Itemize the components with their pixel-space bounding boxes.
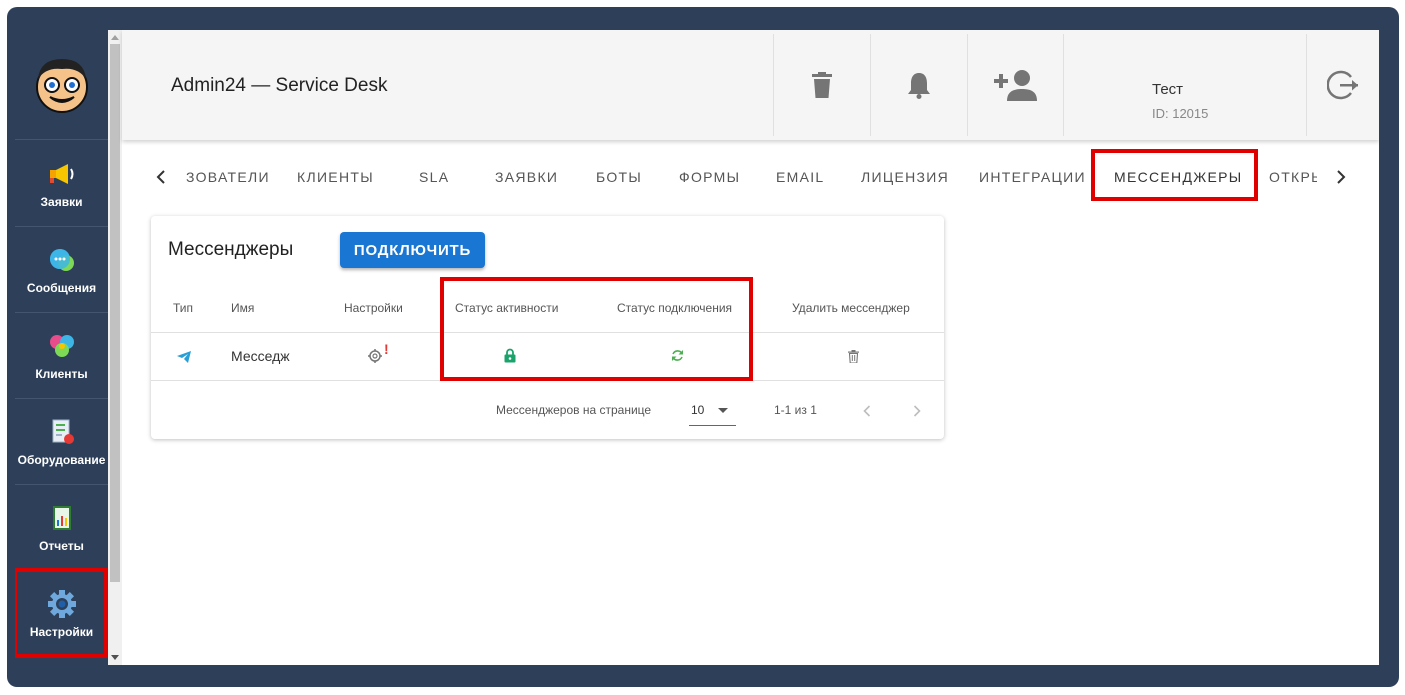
sidebar-item-label: Оборудование xyxy=(17,452,106,467)
tab-scroll-left-icon[interactable] xyxy=(146,157,176,197)
notifications-button[interactable] xyxy=(870,34,967,136)
sidebar-scrollbar[interactable] xyxy=(108,30,122,665)
connect-button[interactable]: ПОДКЛЮЧИТЬ xyxy=(340,232,485,268)
sidebar-item-reports[interactable]: Отчеты xyxy=(15,485,108,571)
tab-tickets[interactable]: ЗАЯВКИ xyxy=(495,157,558,197)
user-id: ID: 12015 xyxy=(1152,106,1209,121)
sidebar: Заявки Сообщения Клиенты Оборудование От xyxy=(15,30,108,665)
sidebar-item-clients[interactable]: Клиенты xyxy=(15,313,108,399)
scroll-up-arrow-icon[interactable] xyxy=(111,35,119,40)
add-user-icon xyxy=(994,70,1037,101)
user-name: Тест xyxy=(1152,81,1184,98)
app-window: Заявки Сообщения Клиенты Оборудование От xyxy=(15,30,1379,665)
sidebar-item-label: Заявки xyxy=(40,194,83,209)
prev-page-button[interactable] xyxy=(855,399,879,423)
scroll-thumb[interactable] xyxy=(110,44,120,582)
divider xyxy=(151,380,944,381)
report-icon xyxy=(47,503,77,533)
sidebar-item-label: Сообщения xyxy=(26,280,97,295)
chevron-down-icon xyxy=(718,408,728,413)
divider xyxy=(151,332,944,333)
avatar[interactable] xyxy=(15,30,108,140)
column-header-settings: Настройки xyxy=(344,301,403,315)
avatar-face-icon xyxy=(35,58,88,113)
equipment-icon xyxy=(47,417,77,447)
tab-open[interactable]: ОТКРЬ xyxy=(1269,157,1317,197)
chat-bubbles-icon xyxy=(47,245,77,275)
tab-email[interactable]: EMAIL xyxy=(776,157,825,197)
user-info[interactable]: Тест ID: 12015 xyxy=(1063,34,1307,136)
next-page-button[interactable] xyxy=(905,399,929,423)
scroll-down-arrow-icon[interactable] xyxy=(111,655,119,660)
tab-integrations[interactable]: ИНТЕГРАЦИИ xyxy=(979,157,1086,197)
bell-icon xyxy=(908,73,930,99)
tab-sla[interactable]: SLA xyxy=(419,157,449,197)
per-page-label: Мессенджеров на странице xyxy=(496,403,652,417)
trash-icon xyxy=(812,72,832,98)
lock-icon xyxy=(504,348,516,363)
tab-bots[interactable]: БОТЫ xyxy=(596,157,642,197)
column-header-name: Имя xyxy=(231,301,255,315)
sidebar-item-tickets[interactable]: Заявки xyxy=(15,141,108,227)
per-page-select[interactable]: 10 xyxy=(689,396,736,426)
per-page-value: 10 xyxy=(691,403,705,417)
page-title: Admin24 — Service Desk xyxy=(171,75,388,96)
activity-lock-button[interactable] xyxy=(504,348,516,368)
tab-scroll-right-icon[interactable] xyxy=(1326,157,1356,197)
settings-alert-mark: ! xyxy=(384,341,389,357)
column-header-activity-status: Статус активности xyxy=(455,301,559,315)
settings-tabs: ЗОВАТЕЛИ КЛИЕНТЫ SLA ЗАЯВКИ БОТЫ ФОРМЫ E… xyxy=(122,157,1379,197)
chevron-right-icon xyxy=(913,405,921,417)
clients-icon xyxy=(47,331,77,361)
sidebar-item-equipment[interactable]: Оборудование xyxy=(15,399,108,485)
tab-clients[interactable]: КЛИЕНТЫ xyxy=(297,157,374,197)
sidebar-item-settings[interactable]: Настройки xyxy=(15,571,108,657)
logout-icon xyxy=(1326,70,1358,100)
messenger-name: Месседж xyxy=(231,348,290,364)
column-header-connection-status: Статус подключения xyxy=(617,301,733,315)
add-user-button[interactable] xyxy=(967,34,1064,136)
settings-gear-button[interactable] xyxy=(368,349,382,368)
sidebar-item-label: Клиенты xyxy=(35,366,88,381)
trash-icon xyxy=(848,350,859,364)
telegram-icon xyxy=(177,350,191,368)
trash-button[interactable] xyxy=(773,34,870,136)
messengers-card: Мессенджеры ПОДКЛЮЧИТЬ Тип Имя Настройки… xyxy=(151,216,944,439)
chevron-left-icon xyxy=(863,405,871,417)
tab-forms[interactable]: ФОРМЫ xyxy=(679,157,740,197)
sync-icon xyxy=(672,350,683,361)
gear-icon xyxy=(47,589,77,619)
logout-button[interactable] xyxy=(1308,34,1379,136)
column-header-delete: Удалить мессенджер xyxy=(792,301,910,315)
tab-license[interactable]: ЛИЦЕНЗИЯ xyxy=(861,157,949,197)
delete-messenger-button[interactable] xyxy=(848,350,859,368)
connection-sync-button[interactable] xyxy=(671,349,684,367)
gear-icon xyxy=(368,349,382,363)
card-title: Мессенджеры xyxy=(168,239,294,260)
tab-users[interactable]: ЗОВАТЕЛИ xyxy=(186,157,270,197)
tab-messengers[interactable]: МЕССЕНДЖЕРЫ xyxy=(1114,157,1242,197)
sidebar-item-label: Настройки xyxy=(29,625,94,639)
column-header-type: Тип xyxy=(173,301,194,315)
megaphone-icon xyxy=(47,159,77,189)
sidebar-item-messages[interactable]: Сообщения xyxy=(15,227,108,313)
sidebar-item-label: Отчеты xyxy=(39,538,84,553)
pagination-range: 1-1 из 1 xyxy=(774,403,817,417)
header: Admin24 — Service Desk Тест ID: 12015 xyxy=(122,30,1379,140)
